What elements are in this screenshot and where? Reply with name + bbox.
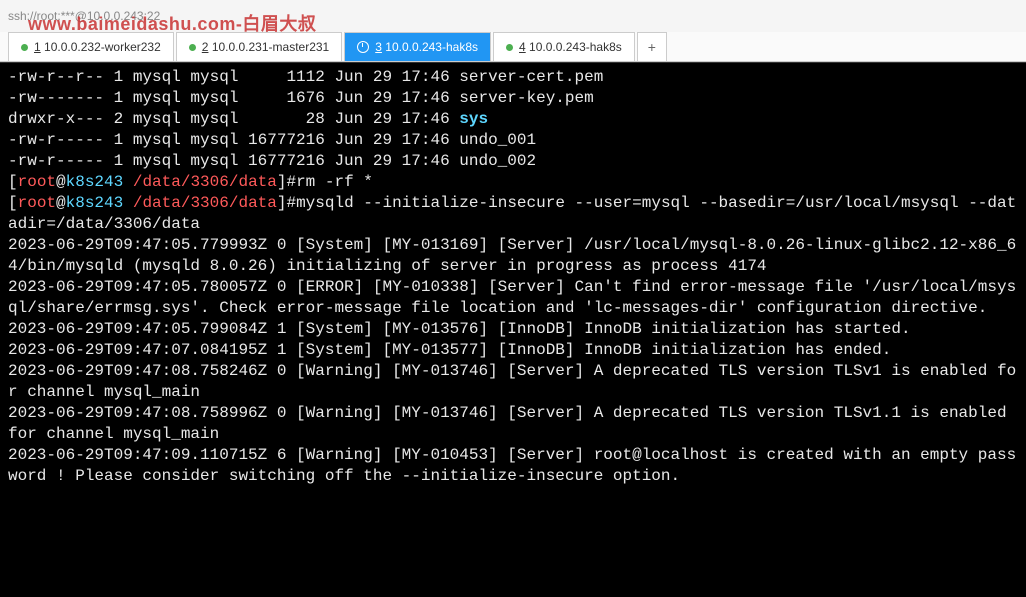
tab-number: 4 [519,40,526,54]
prompt-path: /data/3306/data [133,194,277,212]
dir-name: sys [459,110,488,128]
tab-bar: 1 10.0.0.232-worker232 2 10.0.0.231-mast… [0,32,1026,62]
tab-label: 10.0.0.243-hak8s [385,40,478,54]
log-line: 2023-06-29T09:47:05.779993Z 0 [System] [… [8,236,1016,275]
watermark-cn: -白眉大叔 [236,14,317,34]
tab-label: 10.0.0.243-hak8s [529,40,622,54]
tab-number: 1 [34,40,41,54]
log-line: 2023-06-29T09:47:08.758246Z 0 [Warning] … [8,362,1016,401]
plus-icon: + [648,39,656,55]
prompt-bracket: [ [8,194,18,212]
file-row: -rw-r----- 1 mysql mysql 16777216 Jun 29… [8,152,536,170]
tab-4[interactable]: 4 10.0.0.243-hak8s [493,32,635,61]
tab-label: 10.0.0.232-worker232 [44,40,161,54]
status-dot-icon [506,44,513,51]
tab-number: 2 [202,40,209,54]
status-dot-icon [189,44,196,51]
prompt-bracket: ]# [277,194,296,212]
file-row: -rw------- 1 mysql mysql 1676 Jun 29 17:… [8,89,594,107]
log-line: 2023-06-29T09:47:08.758996Z 0 [Warning] … [8,404,1016,443]
prompt-user: root [18,173,56,191]
log-line: 2023-06-29T09:47:09.110715Z 6 [Warning] … [8,446,1016,485]
prompt-host: k8s243 [66,194,124,212]
tab-1[interactable]: 1 10.0.0.232-worker232 [8,32,174,61]
command: rm -rf * [296,173,373,191]
prompt-bracket: ]# [277,173,296,191]
add-tab-button[interactable]: + [637,32,667,61]
tab-3-active[interactable]: 3 10.0.0.243-hak8s [344,32,491,61]
file-row: drwxr-x--- 2 mysql mysql 28 Jun 29 17:46 [8,110,459,128]
watermark: www.baimeidashu.com-白眉大叔 [28,10,316,36]
tab-number: 3 [375,40,382,54]
tab-label: 10.0.0.231-master231 [212,40,329,54]
prompt-path: /data/3306/data [133,173,277,191]
clock-icon [357,41,369,53]
log-line: 2023-06-29T09:47:05.780057Z 0 [ERROR] [M… [8,278,1016,317]
watermark-en: www.baimeidashu.com [28,14,236,34]
tab-2[interactable]: 2 10.0.0.231-master231 [176,32,342,61]
prompt-at: @ [56,194,66,212]
prompt-host: k8s243 [66,173,124,191]
status-dot-icon [21,44,28,51]
log-line: 2023-06-29T09:47:05.799084Z 1 [System] [… [8,320,911,338]
file-row: -rw-r----- 1 mysql mysql 16777216 Jun 29… [8,131,536,149]
log-line: 2023-06-29T09:47:07.084195Z 1 [System] [… [8,341,891,359]
prompt-bracket: [ [8,173,18,191]
prompt-user: root [18,194,56,212]
prompt-at: @ [56,173,66,191]
terminal[interactable]: -rw-r--r-- 1 mysql mysql 1112 Jun 29 17:… [0,62,1026,597]
file-row: -rw-r--r-- 1 mysql mysql 1112 Jun 29 17:… [8,68,603,86]
